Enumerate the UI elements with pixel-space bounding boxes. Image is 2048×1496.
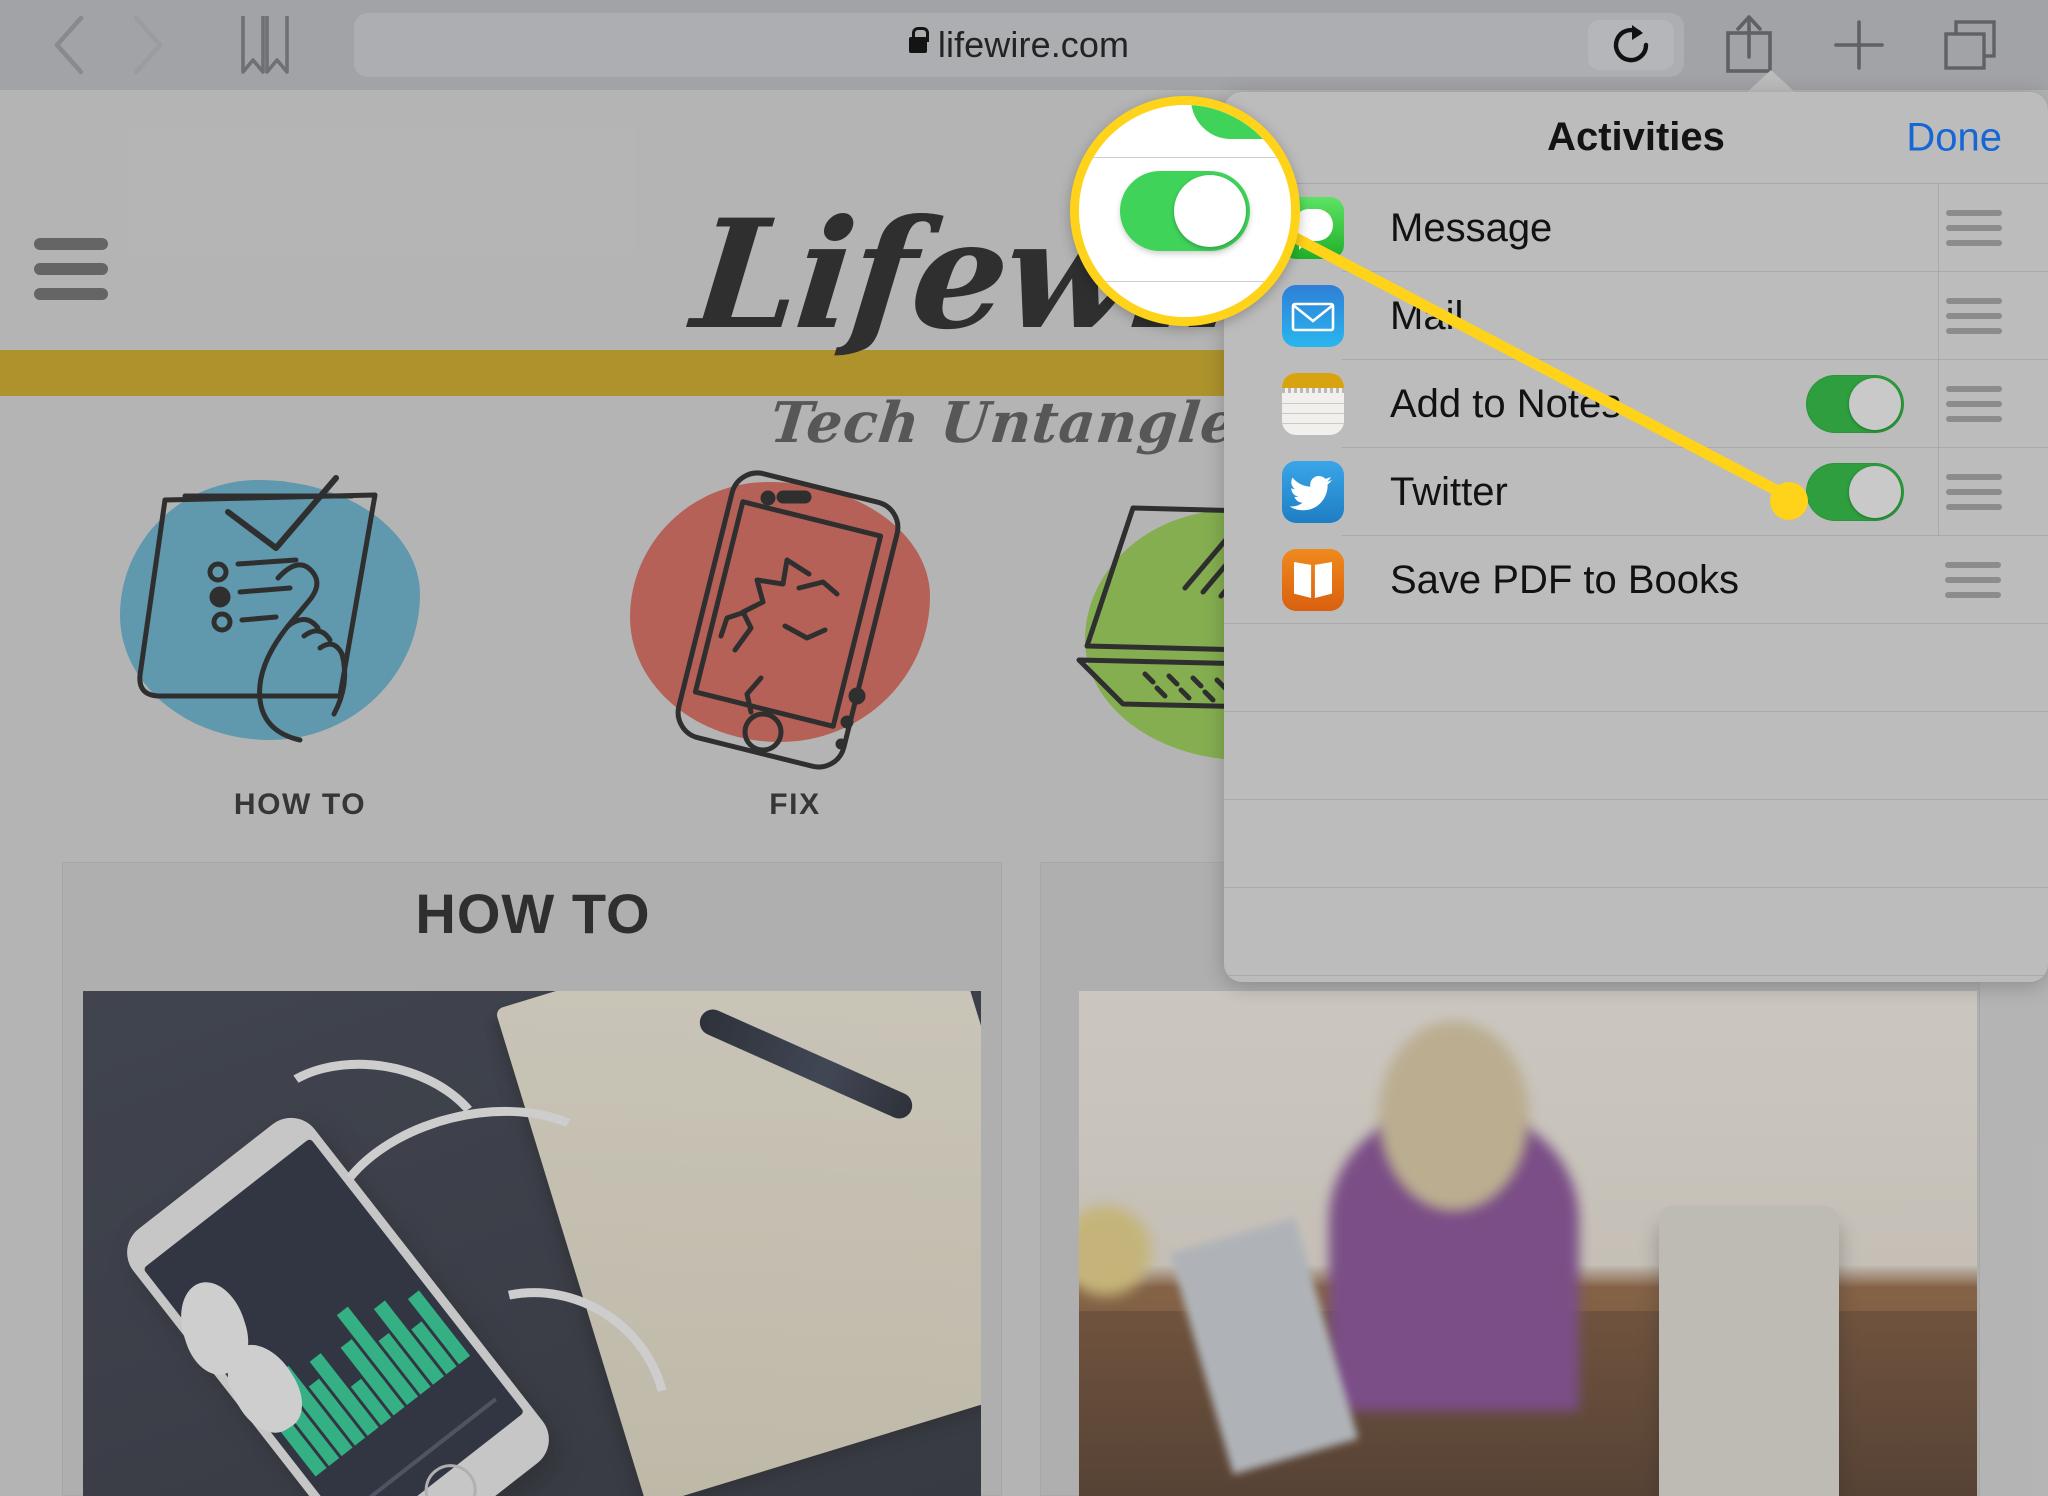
callout-magnifier (1070, 96, 1300, 326)
activity-label: Save PDF to Books (1390, 557, 1740, 602)
show-tabs-button[interactable] (1940, 0, 2002, 90)
tabs-icon (1944, 20, 1996, 70)
section-header: HOW TO (63, 881, 1003, 956)
category-fix[interactable]: FIX (585, 460, 1005, 822)
bookmarks-icon (241, 16, 289, 74)
bookmarks-button[interactable] (222, 0, 308, 90)
fix-illustration (585, 460, 1005, 780)
category-label: FIX (769, 788, 821, 821)
activity-label: Twitter (1390, 469, 1508, 514)
section-title: HOW TO (397, 881, 675, 956)
mail-icon (1282, 285, 1344, 347)
popover-title: Activities (1547, 115, 1725, 159)
drag-handle-icon[interactable] (1938, 272, 2008, 360)
forward-button[interactable] (108, 0, 186, 90)
smart-speaker (1659, 1206, 1839, 1496)
reload-icon (1613, 25, 1649, 63)
back-icon (54, 15, 84, 75)
activity-row-empty (1224, 888, 2048, 976)
how-to-illustration (90, 460, 510, 780)
notes-toggle[interactable] (1806, 375, 1904, 433)
browser-toolbar: lifewire.com (0, 0, 2048, 90)
activities-list: Message Mail Add to Notes Twitter Save P… (1224, 184, 2048, 976)
plus-icon (1834, 20, 1884, 70)
popover-header: Activities Done (1224, 92, 2048, 184)
drag-handle-icon[interactable] (1938, 448, 2008, 536)
drag-handle-icon[interactable] (1938, 360, 2008, 448)
callout-target-dot (1770, 482, 1808, 520)
lock-icon (908, 27, 930, 53)
twitter-toggle[interactable] (1806, 463, 1904, 521)
notes-icon (1282, 373, 1344, 435)
activity-row-mail[interactable]: Mail (1224, 272, 2048, 360)
activity-label: Message (1390, 205, 1553, 250)
activity-row-empty (1224, 624, 2048, 712)
done-button[interactable]: Done (1906, 115, 2002, 160)
popover-arrow (1745, 70, 1797, 94)
category-label: HOW TO (233, 788, 367, 821)
forward-icon (133, 15, 163, 75)
reload-button[interactable] (1588, 20, 1674, 70)
activity-row-twitter[interactable]: Twitter (1224, 448, 2048, 536)
article-card-1[interactable]: HOW TO (62, 862, 1002, 1496)
activity-row-empty (1224, 800, 2048, 888)
address-bar-url: lifewire.com (937, 24, 1130, 65)
books-icon (1282, 549, 1344, 611)
activity-row-add-to-notes[interactable]: Add to Notes (1224, 360, 2048, 448)
drag-handle-icon[interactable] (1938, 536, 2008, 624)
magnified-toggle-on (1120, 171, 1250, 251)
activity-label: Mail (1390, 293, 1464, 338)
article-image-1 (83, 991, 981, 1496)
back-button[interactable] (30, 0, 108, 90)
screen: lifewire.com Lifewire Tech Untangled HOW… (0, 0, 2048, 1496)
activity-label: Add to Notes (1390, 381, 1622, 426)
activity-row-empty (1224, 712, 2048, 800)
category-how-to[interactable]: HOW TO (90, 460, 510, 822)
new-tab-button[interactable] (1830, 0, 1888, 90)
drag-handle-icon[interactable] (1938, 184, 2008, 272)
activity-row-save-pdf-to-books[interactable]: Save PDF to Books (1224, 536, 2048, 624)
activity-row-message[interactable]: Message (1224, 184, 2048, 272)
activities-popover: Activities Done Message Mail Add to Note… (1224, 92, 2048, 982)
twitter-icon (1282, 461, 1344, 523)
article-image-2 (1079, 991, 1977, 1496)
address-bar[interactable]: lifewire.com (354, 13, 1684, 77)
